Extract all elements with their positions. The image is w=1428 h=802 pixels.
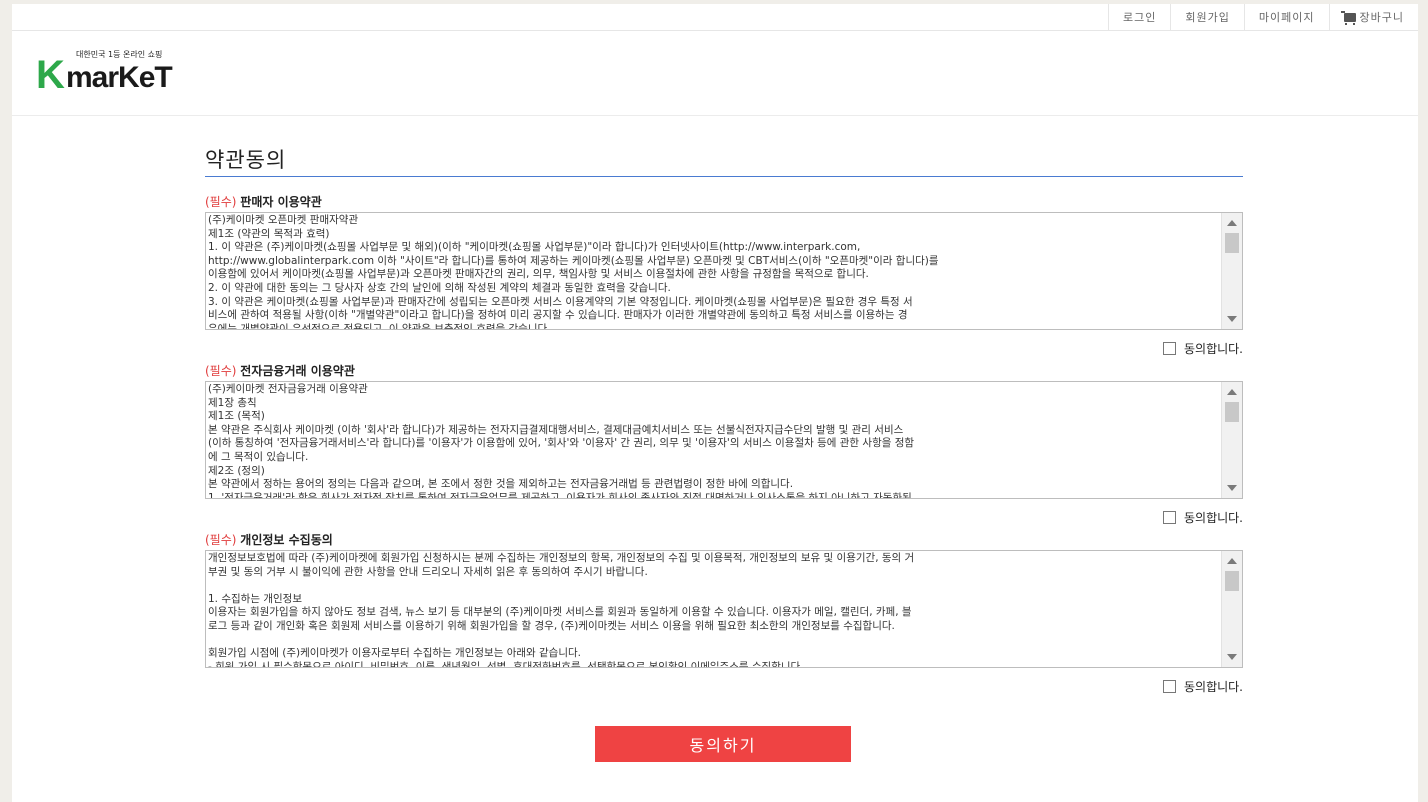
agree-label[interactable]: 동의합니다. — [1184, 340, 1243, 357]
cart-label: 장바구니 — [1359, 11, 1404, 24]
scroll-thumb[interactable] — [1225, 402, 1239, 422]
terms-text: 개인정보보호법에 따라 (주)케이마켓에 회원가입 신청하시는 분께 수집하는 … — [208, 552, 915, 668]
scrollbar[interactable] — [1221, 551, 1242, 667]
page: 로그인 회원가입 마이페이지 장바구니 대한민국 1등 온라인 쇼핑 K mar… — [12, 4, 1418, 802]
scroll-down-arrow-icon[interactable] — [1227, 485, 1237, 491]
seller-terms-agree-checkbox[interactable] — [1162, 341, 1176, 355]
scroll-down-arrow-icon[interactable] — [1227, 316, 1237, 322]
mypage-link[interactable]: 마이페이지 — [1243, 4, 1329, 30]
scroll-down-arrow-icon[interactable] — [1227, 654, 1237, 660]
site-header: 대한민국 1등 온라인 쇼핑 K marKeT — [12, 31, 1418, 116]
required-label: (필수) — [205, 195, 237, 209]
login-link[interactable]: 로그인 — [1108, 4, 1170, 30]
agree-submit-button[interactable]: 동의하기 — [595, 726, 851, 762]
terms-text: (주)케이마켓 오픈마켓 판매자약관 제1조 (약관의 목적과 효력) 1. 이… — [208, 214, 939, 330]
required-label: (필수) — [205, 364, 237, 378]
efinance-terms-heading: (필수) 전자금융거래 이용약관 — [205, 362, 1243, 380]
seller-terms-textarea[interactable]: (주)케이마켓 오픈마켓 판매자약관 제1조 (약관의 목적과 효력) 1. 이… — [205, 212, 1243, 330]
cart-link[interactable]: 장바구니 — [1328, 4, 1418, 30]
privacy-consent-agree-row: 동의합니다. — [205, 676, 1243, 696]
section-title: 개인정보 수집동의 — [240, 533, 333, 547]
efinance-terms-agree-row: 동의합니다. — [205, 507, 1243, 527]
page-title: 약관동의 — [205, 144, 1243, 177]
section-title: 전자금융거래 이용약관 — [240, 364, 355, 378]
privacy-consent-textarea[interactable]: 개인정보보호법에 따라 (주)케이마켓에 회원가입 신청하시는 분께 수집하는 … — [205, 550, 1243, 668]
scroll-up-arrow-icon[interactable] — [1227, 220, 1237, 226]
section-title: 판매자 이용약관 — [240, 195, 322, 209]
privacy-consent-heading: (필수) 개인정보 수집동의 — [205, 531, 1243, 549]
scrollbar[interactable] — [1221, 213, 1242, 329]
terms-content: 약관동의 (필수) 판매자 이용약관 (주)케이마켓 오픈마켓 판매자약관 제1… — [205, 144, 1243, 696]
cart-icon — [1340, 10, 1356, 25]
signup-link[interactable]: 회원가입 — [1170, 4, 1243, 30]
logo-wordmark: marKeT — [66, 61, 173, 94]
agree-label[interactable]: 동의합니다. — [1184, 678, 1243, 695]
logo-k: K — [36, 53, 65, 97]
scroll-up-arrow-icon[interactable] — [1227, 558, 1237, 564]
efinance-terms-agree-checkbox[interactable] — [1162, 510, 1176, 524]
scrollbar[interactable] — [1221, 382, 1242, 498]
scroll-thumb[interactable] — [1225, 233, 1239, 253]
scroll-up-arrow-icon[interactable] — [1227, 389, 1237, 395]
scroll-thumb[interactable] — [1225, 571, 1239, 591]
required-label: (필수) — [205, 533, 237, 547]
top-nav: 로그인 회원가입 마이페이지 장바구니 — [1108, 4, 1418, 30]
logo-tagline: 대한민국 1등 온라인 쇼핑 — [76, 50, 163, 59]
privacy-consent-agree-checkbox[interactable] — [1162, 679, 1176, 693]
top-utility-bar: 로그인 회원가입 마이페이지 장바구니 — [12, 4, 1418, 31]
seller-terms-heading: (필수) 판매자 이용약관 — [205, 193, 1243, 211]
efinance-terms-textarea[interactable]: (주)케이마켓 전자금융거래 이용약관 제1장 총칙 제1조 (목적) 본 약관… — [205, 381, 1243, 499]
seller-terms-agree-row: 동의합니다. — [205, 338, 1243, 358]
terms-text: (주)케이마켓 전자금융거래 이용약관 제1장 총칙 제1조 (목적) 본 약관… — [208, 383, 915, 499]
agree-label[interactable]: 동의합니다. — [1184, 509, 1243, 526]
